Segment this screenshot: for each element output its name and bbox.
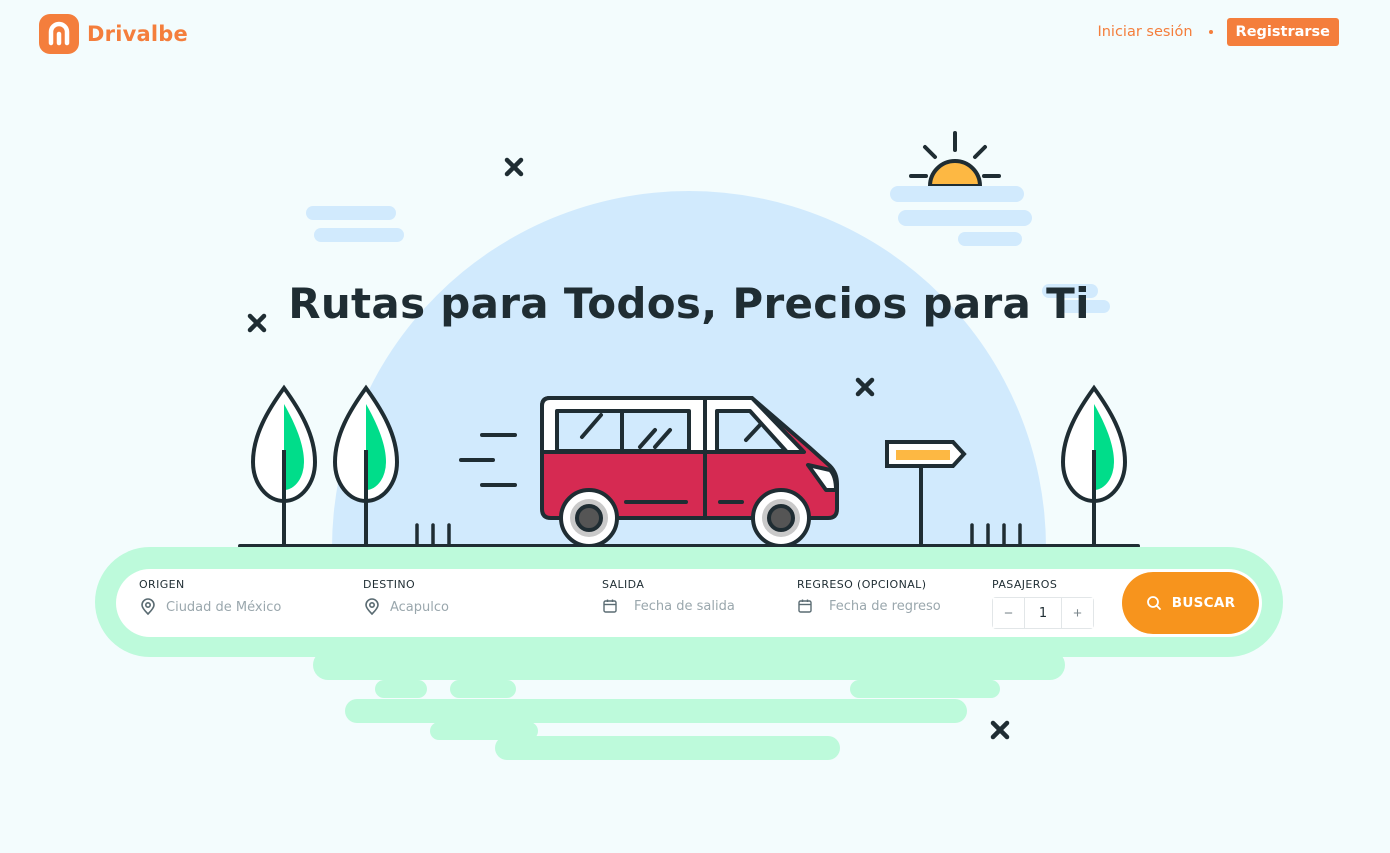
ground-blobs: [313, 650, 1065, 760]
origin-field: ORIGEN: [139, 578, 316, 616]
location-pin-icon: [365, 598, 379, 616]
return-field: REGRESO (OPCIONAL): [797, 578, 979, 614]
passengers-field: PASAJEROS − 1 +: [992, 578, 1094, 629]
calendar-icon: [798, 599, 812, 613]
search-button[interactable]: BUSCAR: [1122, 572, 1259, 634]
origin-input[interactable]: [166, 599, 316, 615]
hero-title: Rutas para Todos, Precios para Ti: [288, 279, 1090, 328]
sun-icon: [909, 131, 1001, 188]
search-icon: [1146, 596, 1161, 610]
return-label: REGRESO (OPCIONAL): [797, 578, 927, 591]
departure-date-input[interactable]: [634, 598, 784, 614]
x-mark-1: [504, 157, 524, 177]
x-mark-4: [990, 720, 1010, 740]
calendar-icon: [603, 599, 617, 613]
location-pin-icon: [141, 598, 155, 616]
passengers-count[interactable]: 1: [1024, 598, 1062, 628]
origin-label: ORIGEN: [139, 578, 185, 591]
decrement-passengers-button[interactable]: −: [993, 598, 1024, 628]
hero-illustration: [238, 131, 1140, 760]
cloud-left: [306, 206, 404, 242]
passengers-label: PASAJEROS: [992, 578, 1058, 591]
search-button-label: BUSCAR: [1171, 595, 1236, 611]
tree-3: [1060, 384, 1128, 546]
destination-input[interactable]: [390, 599, 540, 615]
passengers-stepper: − 1 +: [992, 597, 1094, 629]
return-date-input[interactable]: [829, 598, 979, 614]
increment-passengers-button[interactable]: +: [1062, 598, 1093, 628]
tree-1: [250, 384, 318, 546]
departure-label: SALIDA: [602, 578, 645, 591]
departure-field: SALIDA: [602, 578, 784, 614]
destination-field: DESTINO: [363, 578, 540, 616]
destination-label: DESTINO: [363, 578, 416, 591]
